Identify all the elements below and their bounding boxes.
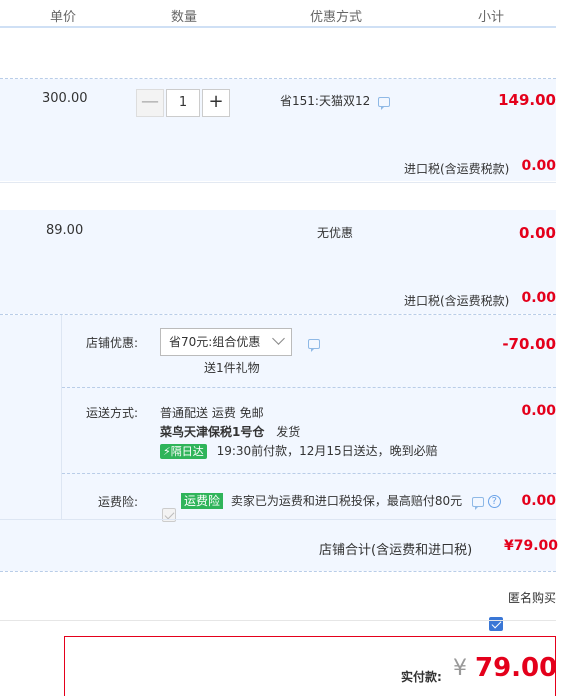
store-total-label: 店铺合计(含运费和进口税) xyxy=(319,543,473,558)
store-promo-select[interactable]: 省70元:组合优惠 xyxy=(160,328,292,356)
item2-discount: 无优惠 xyxy=(317,226,354,240)
shipping-method: 普通配送 运费 免邮 xyxy=(160,406,264,420)
item2-subtotal: 0.00 xyxy=(518,224,556,242)
item1-tax-value: 0.00 xyxy=(521,158,556,174)
quantity-input[interactable]: 1 xyxy=(166,89,200,117)
column-discount: 优惠方式 xyxy=(310,10,363,25)
delivery-note: 19:30前付款，12月15日送达，晚到必赔 xyxy=(216,444,438,458)
table-header: 单价 数量 优惠方式 小计 xyxy=(0,0,556,26)
insurance-label: 运费险: xyxy=(98,495,139,509)
column-subtotal: 小计 xyxy=(478,10,505,25)
message-icon[interactable] xyxy=(378,96,391,110)
insurance-value: 0.00 xyxy=(521,493,556,509)
item1-subtotal: 149.00 xyxy=(498,91,556,109)
column-quantity: 数量 xyxy=(171,10,198,25)
store-promo-value: -70.00 xyxy=(502,335,556,353)
next-day-badge-text: 隔日达 xyxy=(170,445,204,458)
divider xyxy=(62,473,556,474)
quantity-stepper[interactable]: — 1 + xyxy=(136,89,230,117)
decrease-quantity-button[interactable]: — xyxy=(136,89,164,117)
insurance-tag: 运费险 xyxy=(181,493,224,509)
message-icon[interactable] xyxy=(308,338,320,352)
divider xyxy=(0,571,556,572)
shipping-label: 运送方式: xyxy=(86,406,139,420)
delivery-info: ⚡隔日达 19:30前付款，12月15日送达，晚到必赔 xyxy=(160,442,438,459)
payment-summary: 实付款: ¥ 79.00 xyxy=(64,636,558,696)
divider xyxy=(0,182,556,183)
store-total-value: ¥79.00 xyxy=(503,538,558,554)
item1-unit-price: 300.00 xyxy=(42,91,88,106)
next-day-badge: ⚡隔日达 xyxy=(160,444,207,459)
store-promo-label: 店铺优惠: xyxy=(86,336,139,350)
message-icon[interactable] xyxy=(471,496,484,510)
ship-status: 发货 xyxy=(276,425,301,439)
item1-discount-text: 省151:天猫双12 xyxy=(280,94,371,108)
item2-unit-price: 89.00 xyxy=(46,223,84,238)
header-divider xyxy=(0,26,556,28)
payment-currency: ¥ xyxy=(453,656,467,681)
help-icon[interactable]: ? xyxy=(487,495,501,508)
chevron-down-icon xyxy=(272,332,285,345)
store-promo-gift: 送1件礼物 xyxy=(204,361,260,375)
item2-tax-label: 进口税(含运费税款) xyxy=(404,294,510,308)
store-section-rule xyxy=(61,315,62,520)
anonymous-purchase-label[interactable]: 匿名购买 xyxy=(508,589,556,606)
increase-quantity-button[interactable]: + xyxy=(202,89,230,117)
shipping-value: 0.00 xyxy=(521,403,556,419)
column-unit-price: 单价 xyxy=(50,10,77,25)
warehouse-name: 菜鸟天津保税1号仓 xyxy=(160,425,265,439)
payment-label: 实付款: xyxy=(401,670,442,684)
divider xyxy=(0,519,556,520)
store-promo-selected: 省70元:组合优惠 xyxy=(169,335,261,349)
item1-tax-label: 进口税(含运费税款) xyxy=(404,162,510,176)
payment-amount: 79.00 xyxy=(475,653,558,683)
item1-discount: 省151:天猫双12 xyxy=(280,92,391,110)
divider xyxy=(0,620,556,621)
shipping-warehouse: 菜鸟天津保税1号仓 发货 xyxy=(160,423,300,440)
item2-tax-value: 0.00 xyxy=(521,290,556,306)
insurance-info: 运费险 卖家已为运费和进口税投保，最高赔付80元 ? xyxy=(181,492,501,510)
divider xyxy=(62,387,556,388)
insurance-text: 卖家已为运费和进口税投保，最高赔付80元 xyxy=(230,494,463,508)
